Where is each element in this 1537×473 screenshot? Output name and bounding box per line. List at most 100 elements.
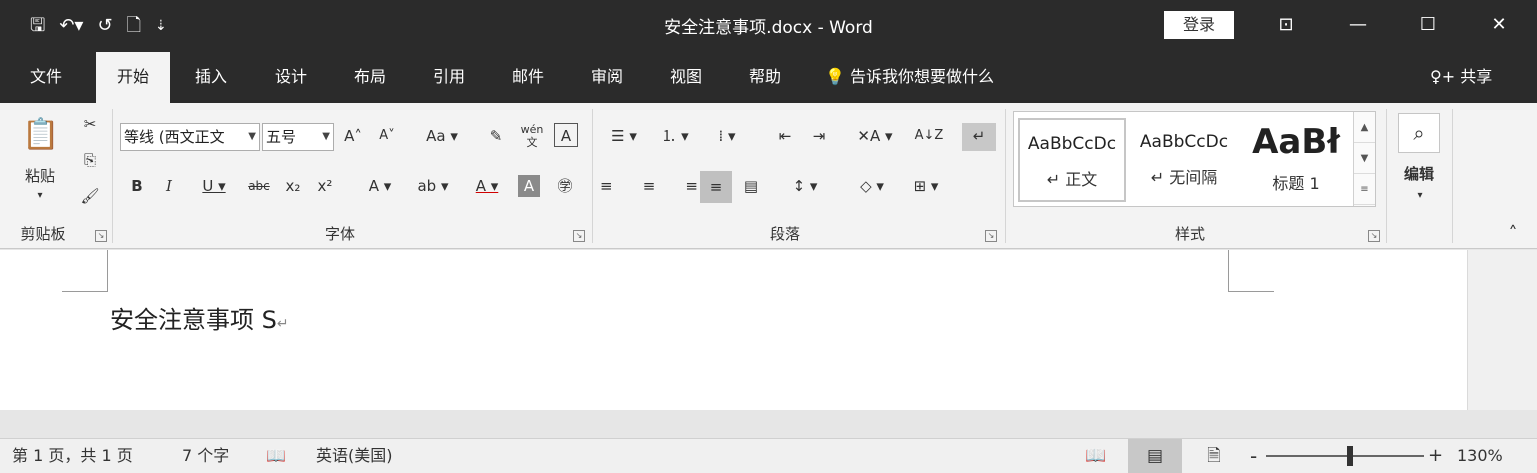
tab-file[interactable]: 文件 <box>14 52 78 103</box>
paragraph-launcher-icon[interactable]: ↘ <box>985 230 997 242</box>
shrink-font-button[interactable]: A˅ <box>372 123 402 151</box>
enclose-characters-button[interactable]: ㊫ <box>550 173 580 201</box>
font-size-value: 五号 <box>266 128 297 146</box>
style-sample: AaBbCcDc <box>1139 132 1229 152</box>
ribbon-display-options-icon[interactable]: ⊡ <box>1266 8 1306 42</box>
align-left-button[interactable]: ≡ <box>600 173 630 201</box>
justify-button[interactable]: ≡ <box>700 171 732 203</box>
ribbon-home: 📋 粘贴 ▾ ✂ ⎘ 🖌 剪贴板 ↘ 等线 (西文正文 ▼ 五号 ▼ A˄ A˅… <box>0 103 1537 249</box>
cut-icon[interactable]: ✂ <box>76 111 104 139</box>
tab-references[interactable]: 引用 <box>414 52 484 103</box>
proofing-icon[interactable]: 📖 <box>266 439 286 473</box>
web-layout-icon[interactable]: 🗎 <box>1194 439 1234 473</box>
chevron-down-icon[interactable]: ▾ <box>1408 183 1432 211</box>
vertical-scrollbar[interactable] <box>1467 250 1537 410</box>
subscript-button[interactable]: x₂ <box>280 173 306 201</box>
font-launcher-icon[interactable]: ↘ <box>573 230 585 242</box>
paragraph-text: 安全注意事项 S <box>110 306 277 334</box>
multilevel-list-button[interactable]: ⁞ ▾ <box>704 123 750 151</box>
chevron-down-icon: ▼ <box>248 131 256 142</box>
collapse-ribbon-icon[interactable]: ˄ <box>1500 221 1526 249</box>
zoom-in-button[interactable]: + <box>1428 439 1443 473</box>
tab-insert[interactable]: 插入 <box>176 52 246 103</box>
clipboard-launcher-icon[interactable]: ↘ <box>95 230 107 242</box>
underline-button[interactable]: U ▾ <box>190 173 238 201</box>
login-button[interactable]: 登录 <box>1164 11 1234 39</box>
zoom-out-button[interactable]: - <box>1250 439 1257 473</box>
superscript-button[interactable]: x² <box>312 173 338 201</box>
tell-me-search[interactable]: 💡 告诉我你想要做什么 <box>825 52 994 102</box>
clear-formatting-icon[interactable]: ✎ <box>482 123 510 151</box>
font-name-select[interactable]: 等线 (西文正文 ▼ <box>120 123 260 151</box>
zoom-slider-thumb[interactable] <box>1347 446 1353 466</box>
text-effects-button[interactable]: A ▾ <box>358 173 402 201</box>
tab-view[interactable]: 视图 <box>651 52 721 103</box>
tab-review[interactable]: 审阅 <box>572 52 642 103</box>
tab-layout[interactable]: 布局 <box>335 52 405 103</box>
grow-font-button[interactable]: A˄ <box>338 123 368 151</box>
paste-options-arrow[interactable]: ▾ <box>28 183 52 211</box>
document-page[interactable]: 安全注意事项 S↵ <box>0 250 1467 410</box>
align-right-button[interactable]: ≡ <box>668 173 698 201</box>
borders-button[interactable]: ⊞ ▾ <box>902 173 950 201</box>
group-label-paragraph: 段落 <box>769 225 800 243</box>
strikethrough-button[interactable]: abc <box>244 173 274 201</box>
paragraph-mark: ↵ <box>276 316 289 332</box>
sort-button[interactable]: A↓Z <box>912 123 946 151</box>
format-painter-icon[interactable]: 🖌 <box>76 183 104 211</box>
document-text[interactable]: 安全注意事项 S↵ <box>110 300 289 335</box>
zoom-level[interactable]: 130% <box>1457 439 1503 473</box>
align-center-button[interactable]: ≡ <box>634 173 664 201</box>
maximize-button[interactable]: ☐ <box>1408 8 1448 42</box>
word-count[interactable]: 7 个字 <box>182 439 229 473</box>
read-mode-icon[interactable]: 📖 <box>1076 439 1116 473</box>
phonetic-guide-button[interactable]: wén 文 <box>514 123 550 151</box>
scroll-down-icon[interactable]: ▼ <box>1354 143 1375 174</box>
styles-launcher-icon[interactable]: ↘ <box>1368 230 1380 242</box>
zoom-slider[interactable] <box>1266 455 1424 457</box>
font-color-button[interactable]: A ▾ <box>464 173 510 201</box>
crop-mark <box>62 250 108 292</box>
distributed-button[interactable]: ▤ <box>736 173 766 201</box>
title-bar: 🖫 ↶▾ ↺ 🗋 ⇣ 安全注意事项.docx - Word 登录 ⊡ — ☐ ✕ <box>0 0 1537 52</box>
bullets-button[interactable]: ☰ ▾ <box>602 123 646 151</box>
tab-mailings[interactable]: 邮件 <box>493 52 563 103</box>
highlight-color-button[interactable]: ab ▾ <box>408 173 458 201</box>
group-separator <box>1005 109 1006 243</box>
tab-home[interactable]: 开始 <box>96 52 170 103</box>
close-button[interactable]: ✕ <box>1479 8 1519 42</box>
numbering-button[interactable]: ⒈ ▾ <box>652 123 698 151</box>
share-button[interactable]: ♀+ 共享 <box>1430 52 1492 102</box>
tab-design[interactable]: 设计 <box>256 52 326 103</box>
italic-button[interactable]: I <box>156 173 182 201</box>
font-size-select[interactable]: 五号 ▼ <box>262 123 334 151</box>
document-title: 安全注意事项.docx - Word <box>664 18 873 38</box>
style-no-spacing[interactable]: AaBbCcDc ↵ 无间隔 <box>1130 118 1238 202</box>
language-indicator[interactable]: 英语(美国) <box>316 439 393 473</box>
chinese-layout-button[interactable]: ✕A ▾ <box>850 123 900 151</box>
decrease-indent-button[interactable]: ⇤ <box>770 123 800 151</box>
scroll-up-icon[interactable]: ▲ <box>1354 112 1375 143</box>
styles-more-icon[interactable]: ≡ <box>1354 174 1375 205</box>
line-spacing-button[interactable]: ↕ ▾ <box>782 173 828 201</box>
style-heading-1[interactable]: AaBł 标题 1 <box>1242 118 1350 202</box>
page-count[interactable]: 第 1 页，共 1 页 <box>12 439 133 473</box>
increase-indent-button[interactable]: ⇥ <box>804 123 834 151</box>
bold-button[interactable]: B <box>124 173 150 201</box>
group-label-styles: 样式 <box>1174 225 1205 243</box>
style-normal[interactable]: AaBbCcDc ↵ 正文 <box>1018 118 1126 202</box>
tab-help[interactable]: 帮助 <box>730 52 800 103</box>
character-shading-button[interactable]: A <box>518 175 540 197</box>
change-case-button[interactable]: Aa ▾ <box>418 123 466 151</box>
copy-icon[interactable]: ⎘ <box>76 147 104 175</box>
print-layout-icon[interactable]: ▤ <box>1128 439 1182 473</box>
paragraph-shading-button[interactable]: ◇ ▾ <box>848 173 896 201</box>
crop-mark <box>1228 250 1274 292</box>
search-icon[interactable]: ⌕ <box>1398 113 1440 153</box>
style-sample: AaBbCcDc <box>1027 134 1117 154</box>
character-border-button[interactable]: A <box>554 123 578 147</box>
paste-icon[interactable]: 📋 <box>18 113 64 159</box>
group-separator <box>112 109 113 243</box>
show-marks-button[interactable]: ↵ <box>962 123 996 151</box>
minimize-button[interactable]: — <box>1338 8 1378 42</box>
